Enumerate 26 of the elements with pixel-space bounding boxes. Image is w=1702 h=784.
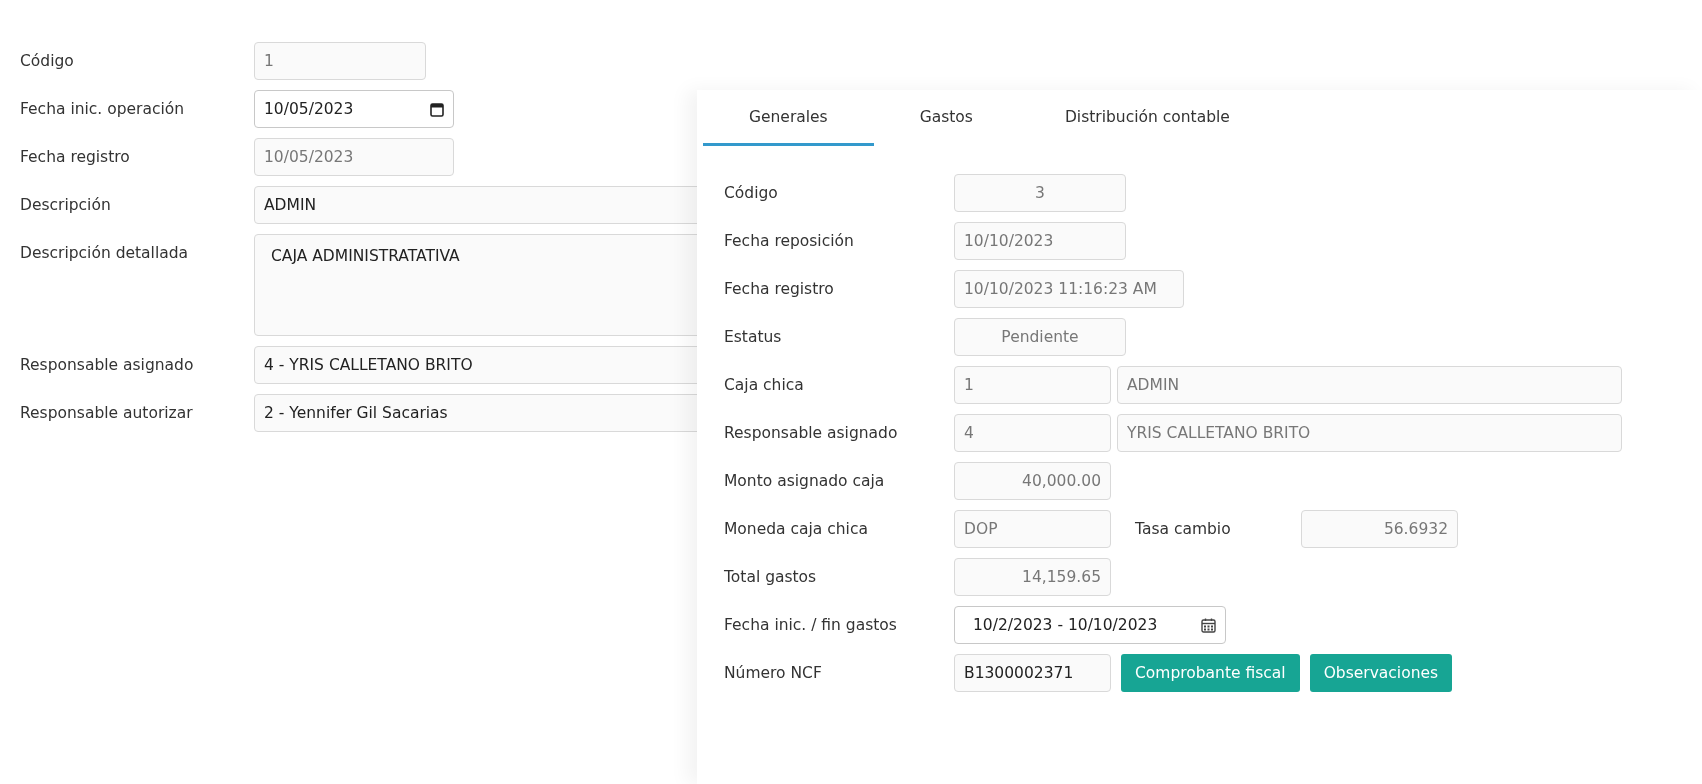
field-label: Fecha inic. / fin gastos (724, 615, 898, 636)
field-label: Fecha registro (20, 147, 131, 168)
text-field[interactable]: B1300002371 (954, 654, 1111, 692)
date-field[interactable]: 10/05/2023 (254, 90, 454, 128)
field-label: Fecha reposición (724, 231, 855, 252)
field-label: Responsable asignado (20, 355, 195, 376)
field-label: Número NCF (724, 663, 823, 684)
field-label: Fecha registro (724, 279, 835, 300)
tab[interactable]: Gastos (873, 90, 1019, 146)
calendar-icon[interactable] (430, 101, 444, 117)
field-label: Monto asignado caja (724, 471, 886, 492)
field-label: Descripción detallada (20, 243, 190, 264)
field-label: Descripción (20, 195, 112, 216)
action-button[interactable]: Comprobante fiscal (1121, 654, 1300, 692)
field-label: Fecha inic. operación (20, 99, 186, 120)
field-label: Responsable autorizar (20, 403, 194, 424)
field-label: Código (20, 51, 75, 72)
field-label: Código (724, 183, 779, 204)
action-button[interactable]: Observaciones (1309, 654, 1453, 692)
calendar-icon[interactable] (1201, 617, 1216, 633)
date-range-field[interactable]: 10/2/2023 - 10/10/2023 (954, 606, 1226, 644)
tab[interactable]: Generales (703, 90, 874, 146)
field-label: Total gastos (724, 567, 818, 588)
field-label: Moneda caja chica (724, 519, 869, 540)
tab[interactable]: Distribución contable (1018, 90, 1276, 146)
field-label: Tasa cambio (1134, 520, 1232, 538)
